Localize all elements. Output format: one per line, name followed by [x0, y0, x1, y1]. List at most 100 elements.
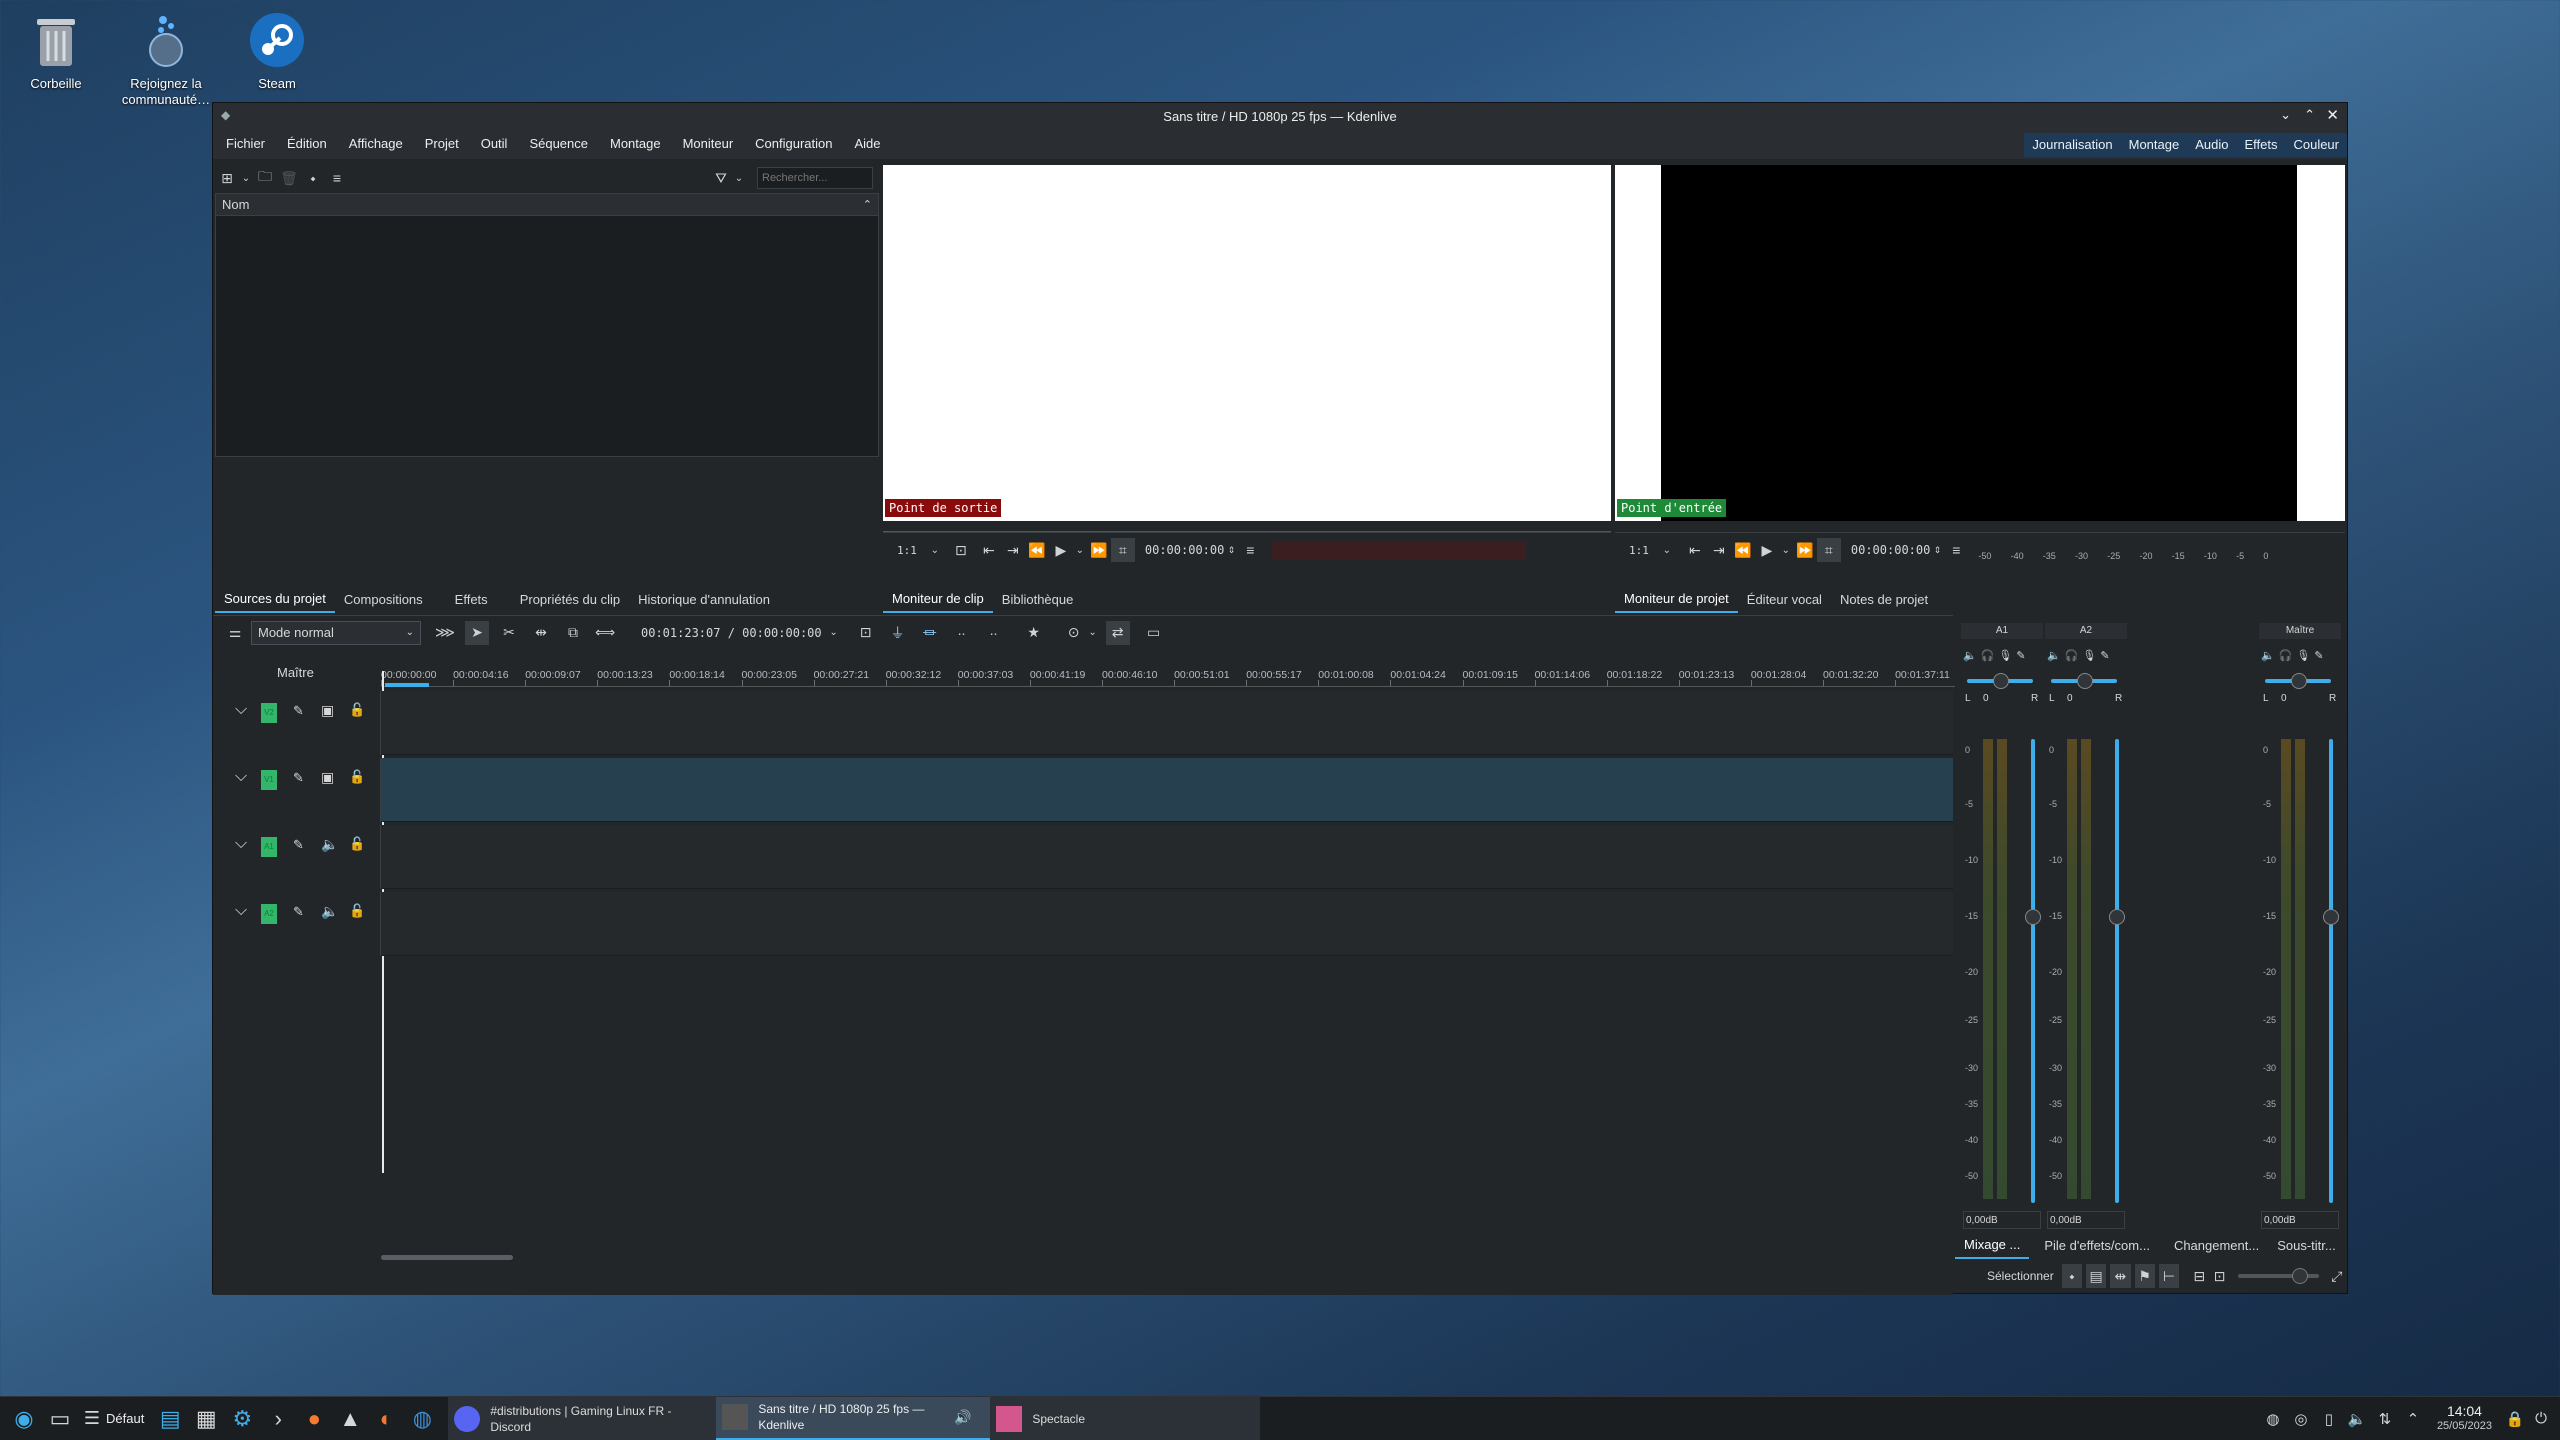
effects-icon[interactable]: ✎ — [2100, 649, 2109, 662]
project-timecode[interactable]: 00:00:00:00 — [1851, 543, 1930, 557]
close-icon[interactable]: ✕ — [2326, 106, 2339, 124]
chevron-down-icon[interactable]: ⌄ — [727, 166, 751, 190]
menu-moniteur[interactable]: Moniteur — [672, 129, 745, 159]
lock-icon[interactable]: 🔓 — [349, 836, 365, 852]
set-in-icon[interactable]: ⇤ — [1683, 538, 1707, 562]
tab-editeur-vocal[interactable]: Éditeur vocal — [1738, 588, 1831, 612]
solo-icon[interactable]: 🎧 — [2279, 649, 2293, 662]
tab-moniteur-de-projet[interactable]: Moniteur de projet — [1615, 587, 1738, 613]
gain-field[interactable]: 0,00dB — [2047, 1211, 2125, 1229]
tab-historique[interactable]: Historique d'annulation — [629, 588, 779, 612]
activity-icon[interactable]: ☰ — [78, 1397, 106, 1440]
mute-icon[interactable]: 🔈 — [321, 903, 338, 920]
add-clip-icon[interactable]: ⊞ — [215, 166, 239, 190]
show-desktop-icon[interactable]: ▭ — [42, 1397, 78, 1440]
gain-field[interactable]: 0,00dB — [1963, 1211, 2041, 1229]
edit-mode-select[interactable]: Mode normal ⌄ — [251, 620, 421, 645]
effects-icon[interactable]: ✎ — [293, 703, 304, 719]
menu-icon[interactable]: ≡ — [1944, 538, 1968, 562]
timeline-timecode[interactable]: 00:01:23:07 / 00:00:00:00 — [641, 626, 822, 640]
timeline-settings-icon[interactable]: ⚌ — [223, 621, 247, 645]
collapse-icon[interactable]: ⌵ — [235, 902, 247, 920]
mute-icon[interactable]: 🔈 — [2261, 649, 2275, 662]
tab-mixage[interactable]: Mixage ... — [1955, 1233, 2030, 1259]
lock-icon[interactable]: 🔓 — [349, 769, 365, 785]
volume-fader-track[interactable] — [2329, 739, 2333, 1203]
track-row-v2[interactable]: ⌵ V2 ✎ ▣ 🔓 — [213, 691, 1953, 755]
clip-monitor-ruler[interactable] — [883, 521, 1611, 533]
track-row-a1[interactable]: ⌵ A1 ✎ 🔈 🔓 — [213, 825, 1953, 889]
clip-zoom-label[interactable]: 1:1 — [897, 544, 917, 557]
task-kdenlive[interactable]: Sans titre / HD 1080p 25 fps — Kdenlive … — [716, 1396, 991, 1440]
network-icon[interactable]: ⇅ — [2371, 1397, 2399, 1440]
menu-montage[interactable]: Montage — [599, 129, 672, 159]
desktop-icon-trash[interactable]: Corbeille — [6, 8, 106, 92]
chevron-down-icon[interactable]: ⌄ — [1655, 538, 1679, 562]
menu-outil[interactable]: Outil — [470, 129, 519, 159]
solo-icon[interactable]: 🎧 — [2065, 649, 2079, 662]
settings-icon[interactable]: ⚙ — [224, 1397, 260, 1440]
tag-icon[interactable]: ⬩ — [2061, 1264, 2082, 1288]
marker-icon[interactable]: ⚑ — [2134, 1264, 2155, 1288]
record-icon[interactable]: ⊙ — [1062, 621, 1086, 645]
chevron-down-icon[interactable]: ⌄ — [1073, 538, 1087, 562]
tab-proprietes-du-clip[interactable]: Propriétés du clip — [511, 588, 629, 612]
rewind-icon[interactable]: ⏪ — [1025, 538, 1049, 562]
inkscape-icon[interactable]: ▲ — [332, 1397, 368, 1440]
clipboard-icon[interactable]: ▯ — [2315, 1397, 2343, 1440]
hide-icon[interactable]: ▣ — [321, 702, 334, 719]
collapse-icon[interactable]: ⌵ — [235, 768, 247, 786]
title-bar[interactable]: ◆ Sans titre / HD 1080p 25 fps — Kdenliv… — [213, 103, 2347, 129]
tab-notes-de-projet[interactable]: Notes de projet — [1831, 588, 1937, 612]
slide-tool-icon[interactable]: ⟺ — [593, 621, 617, 645]
zoom-slider-handle[interactable] — [2291, 1268, 2308, 1284]
clip-monitor-screen[interactable] — [883, 165, 1611, 521]
chevron-down-icon[interactable]: ⌄ — [1779, 538, 1793, 562]
pan-value[interactable]: 0 — [2281, 693, 2287, 704]
track-header[interactable]: ⌵ A2 ✎ 🔈 🔓 — [213, 892, 381, 956]
lock-icon[interactable]: 🔓 — [349, 903, 365, 919]
steam-tray-icon[interactable]: ◎ — [2287, 1397, 2315, 1440]
project-monitor-ruler[interactable] — [1615, 521, 2345, 533]
steam-taskbar-icon[interactable]: ◍ — [404, 1397, 440, 1440]
pan-value[interactable]: 0 — [1983, 693, 1989, 704]
project-monitor-screen[interactable] — [1615, 165, 2345, 521]
record-icon[interactable]: 🎙 — [1998, 649, 2012, 662]
mixer-toggle-icon[interactable]: ⇄ — [1105, 620, 1130, 645]
select-tool-icon[interactable]: ➤ — [465, 620, 489, 645]
hide-icon[interactable]: ▣ — [321, 769, 334, 786]
collapse-icon[interactable]: ⌵ — [235, 835, 247, 853]
menu-fichier[interactable]: Fichier — [215, 129, 276, 159]
chevron-down-icon[interactable]: ⌄ — [923, 538, 947, 562]
lock-icon[interactable]: 🔓 — [349, 702, 365, 718]
bin-list[interactable]: Nom ⌃ — [215, 193, 879, 457]
minimize-icon[interactable]: ⌄ — [2280, 107, 2291, 123]
power-icon[interactable]: ⏻ — [2528, 1397, 2554, 1440]
folder-icon[interactable]: 🗀 — [253, 166, 277, 190]
bin-search-input[interactable] — [757, 167, 873, 189]
task-spectacle[interactable]: Spectacle — [990, 1396, 1261, 1440]
menu-icon[interactable]: ≡ — [325, 166, 349, 190]
track-name-badge[interactable]: A2 — [261, 904, 277, 924]
bin-column-header[interactable]: Nom ⌃ — [216, 194, 878, 216]
timeline-ruler[interactable]: 00:00:00:00 00:00:04:16 00:00:09:07 00:00:1… — [381, 663, 1961, 687]
chevron-down-icon[interactable]: ⌄ — [1086, 621, 1100, 645]
menu-affichage[interactable]: Affichage — [338, 129, 414, 159]
volume-fader-track[interactable] — [2115, 739, 2119, 1203]
zoom-out-icon[interactable]: ⊟ — [2189, 1264, 2209, 1288]
project-zoom-label[interactable]: 1:1 — [1629, 544, 1649, 557]
clip-timecode[interactable]: 00:00:00:00 — [1145, 543, 1224, 557]
subtitle-icon[interactable]: ▭ — [1142, 621, 1166, 645]
zoom-in-icon[interactable]: ⤢ — [2327, 1264, 2347, 1288]
track-name-badge[interactable]: V1 — [261, 770, 277, 790]
spacer-tool-icon[interactable]: ⋙ — [433, 621, 457, 645]
effects-icon[interactable]: ✎ — [293, 770, 304, 786]
layout-couleur[interactable]: Couleur — [2285, 133, 2347, 157]
track-row-a2[interactable]: ⌵ A2 ✎ 🔈 🔓 — [213, 892, 1953, 956]
solo-icon[interactable]: 🎧 — [1981, 649, 1995, 662]
tab-bibliotheque[interactable]: Bibliothèque — [993, 588, 1083, 612]
effects-icon[interactable]: ✎ — [293, 904, 304, 920]
effects-icon[interactable]: ✎ — [2314, 649, 2323, 662]
effects-icon[interactable]: ✎ — [2016, 649, 2025, 662]
record-icon[interactable]: 🎙 — [2296, 649, 2310, 662]
